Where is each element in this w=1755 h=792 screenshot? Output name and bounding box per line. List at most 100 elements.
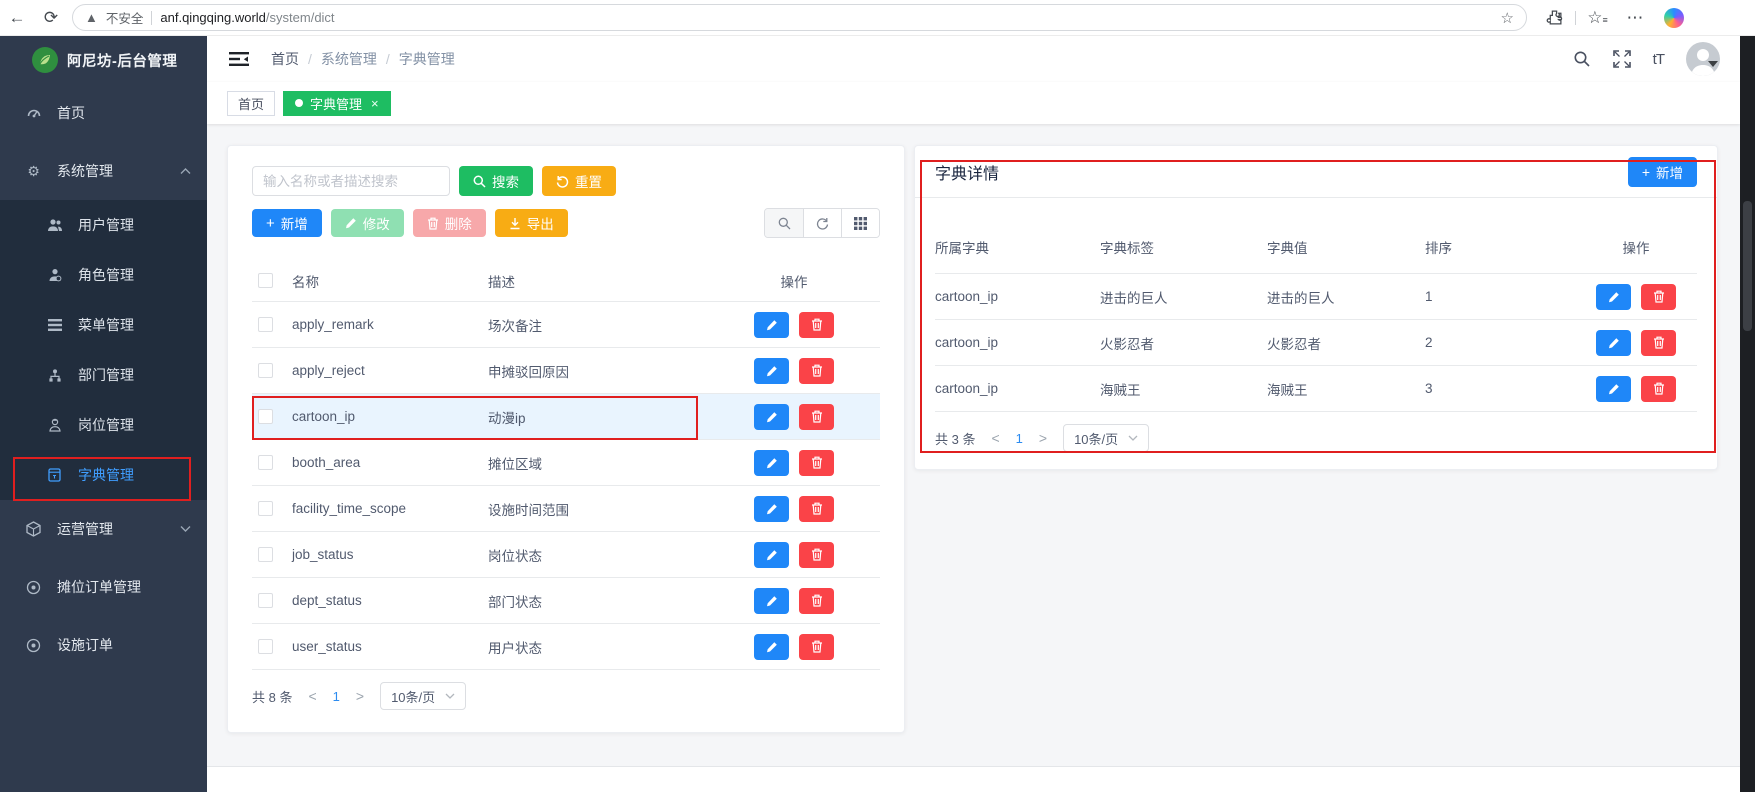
sidebar-item-facility-orders[interactable]: 设施订单 xyxy=(0,616,207,674)
address-bar-divider xyxy=(151,11,152,25)
search-icon[interactable] xyxy=(1573,50,1591,68)
row-delete-button[interactable] xyxy=(799,496,834,522)
row-checkbox[interactable] xyxy=(258,593,273,608)
detail-dict: cartoon_ip xyxy=(935,289,1100,304)
copilot-icon[interactable] xyxy=(1664,8,1684,28)
sidebar-item-booth-orders[interactable]: 摊位订单管理 xyxy=(0,558,207,616)
table-row[interactable]: booth_area 摊位区域 xyxy=(252,440,880,486)
sidebar-fold-icon[interactable] xyxy=(229,51,249,67)
detail-add-button[interactable]: +新增 xyxy=(1628,157,1697,187)
row-edit-button[interactable] xyxy=(1596,284,1631,310)
detail-row[interactable]: cartoon_ip 海贼王 海贼王 3 xyxy=(935,366,1697,412)
breadcrumb-home[interactable]: 首页 xyxy=(271,49,299,69)
row-checkbox[interactable] xyxy=(258,317,273,332)
sidebar-item-operations[interactable]: 运营管理 xyxy=(0,500,207,558)
row-delete-button[interactable] xyxy=(1641,330,1676,356)
fullscreen-icon[interactable] xyxy=(1613,50,1631,68)
table-row[interactable]: user_status 用户状态 xyxy=(252,624,880,670)
row-delete-button[interactable] xyxy=(799,404,834,430)
sidebar-item-dictionary[interactable]: 字典管理 xyxy=(0,450,207,500)
breadcrumb-dictionary[interactable]: 字典管理 xyxy=(399,49,455,69)
sidebar-item-users[interactable]: 用户管理 xyxy=(0,200,207,250)
row-checkbox[interactable] xyxy=(258,455,273,470)
row-delete-button[interactable] xyxy=(1641,284,1676,310)
breadcrumb-system[interactable]: 系统管理 xyxy=(321,49,377,69)
page-number[interactable]: 1 xyxy=(333,689,340,704)
row-edit-button[interactable] xyxy=(754,312,789,338)
row-delete-button[interactable] xyxy=(799,312,834,338)
search-input[interactable] xyxy=(252,166,450,196)
tab-dictionary[interactable]: 字典管理 × xyxy=(283,91,391,116)
row-edit-button[interactable] xyxy=(754,634,789,660)
row-edit-button[interactable] xyxy=(1596,376,1631,402)
scrollbar-thumb[interactable] xyxy=(1743,201,1752,331)
row-edit-button[interactable] xyxy=(754,496,789,522)
row-delete-button[interactable] xyxy=(1641,376,1676,402)
sidebar-item-system[interactable]: ⚙ 系统管理 xyxy=(0,142,207,200)
org-tree-icon xyxy=(46,369,63,382)
browser-refresh-icon[interactable]: ⟳ xyxy=(34,8,68,28)
row-edit-button[interactable] xyxy=(754,358,789,384)
row-edit-button[interactable] xyxy=(1596,330,1631,356)
row-edit-button[interactable] xyxy=(754,542,789,568)
select-all-checkbox[interactable] xyxy=(258,273,273,288)
sidebar-item-departments[interactable]: 部门管理 xyxy=(0,350,207,400)
browser-address-bar[interactable]: ▲ 不安全 anf.qingqing.world/system/dict ☆ xyxy=(72,4,1527,31)
bookmark-star-icon[interactable]: ☆ xyxy=(1501,9,1514,27)
table-row[interactable]: apply_remark 场次备注 xyxy=(252,302,880,348)
delete-button-disabled[interactable]: 删除 xyxy=(413,209,486,237)
export-button[interactable]: 导出 xyxy=(495,209,568,237)
favorites-bar-icon[interactable]: ☆≡ xyxy=(1580,8,1614,28)
row-delete-button[interactable] xyxy=(799,588,834,614)
table-row[interactable]: dept_status 部门状态 xyxy=(252,578,880,624)
table-row-selected[interactable]: cartoon_ip 动漫ip xyxy=(252,394,880,440)
sidebar-item-jobs[interactable]: 岗位管理 xyxy=(0,400,207,450)
search-button[interactable]: 搜索 xyxy=(459,166,533,196)
row-delete-button[interactable] xyxy=(799,634,834,660)
sidebar-item-home[interactable]: 首页 xyxy=(0,84,207,142)
detail-label: 火影忍者 xyxy=(1100,333,1267,353)
page-number[interactable]: 1 xyxy=(1016,431,1023,446)
row-checkbox[interactable] xyxy=(258,501,273,516)
edit-button-disabled[interactable]: 修改 xyxy=(331,209,404,237)
dict-name: cartoon_ip xyxy=(292,409,488,424)
page-size-select[interactable]: 10条/页 xyxy=(1063,424,1149,452)
row-delete-button[interactable] xyxy=(799,542,834,568)
avatar[interactable] xyxy=(1686,42,1720,76)
row-delete-button[interactable] xyxy=(799,358,834,384)
next-page-icon[interactable]: > xyxy=(356,688,364,704)
extensions-puzzle-icon[interactable] xyxy=(1537,9,1571,26)
detail-row[interactable]: cartoon_ip 火影忍者 火影忍者 2 xyxy=(935,320,1697,366)
table-refresh-icon[interactable] xyxy=(803,209,841,237)
tab-home[interactable]: 首页 xyxy=(227,91,275,116)
font-size-icon[interactable]: tT xyxy=(1653,51,1664,68)
tab-close-icon[interactable]: × xyxy=(371,96,379,111)
detail-row[interactable]: cartoon_ip 进击的巨人 进击的巨人 1 xyxy=(935,274,1697,320)
page-url[interactable]: anf.qingqing.world/system/dict xyxy=(160,10,1492,25)
row-checkbox[interactable] xyxy=(258,409,273,424)
table-columns-grid-icon[interactable] xyxy=(841,209,879,237)
user-menu[interactable] xyxy=(1686,42,1718,76)
row-delete-button[interactable] xyxy=(799,450,834,476)
row-edit-button[interactable] xyxy=(754,450,789,476)
add-button[interactable]: +新增 xyxy=(252,209,322,237)
table-search-icon[interactable] xyxy=(765,209,803,237)
window-scrollbar[interactable] xyxy=(1740,36,1755,792)
row-checkbox[interactable] xyxy=(258,363,273,378)
browser-menu-icon[interactable]: ⋯ xyxy=(1618,8,1652,28)
prev-page-icon[interactable]: < xyxy=(308,688,316,704)
prev-page-icon[interactable]: < xyxy=(991,430,999,446)
table-row[interactable]: facility_time_scope 设施时间范围 xyxy=(252,486,880,532)
sidebar-item-roles[interactable]: 角色管理 xyxy=(0,250,207,300)
table-row[interactable]: job_status 岗位状态 xyxy=(252,532,880,578)
row-checkbox[interactable] xyxy=(258,547,273,562)
row-edit-button[interactable] xyxy=(754,588,789,614)
reset-button[interactable]: 重置 xyxy=(542,166,616,196)
page-size-select[interactable]: 10条/页 xyxy=(380,682,466,710)
row-edit-button[interactable] xyxy=(754,404,789,430)
next-page-icon[interactable]: > xyxy=(1039,430,1047,446)
table-row[interactable]: apply_reject 申摊驳回原因 xyxy=(252,348,880,394)
sidebar-item-menus[interactable]: 菜单管理 xyxy=(0,300,207,350)
row-checkbox[interactable] xyxy=(258,639,273,654)
browser-back-icon[interactable]: ← xyxy=(0,8,34,28)
